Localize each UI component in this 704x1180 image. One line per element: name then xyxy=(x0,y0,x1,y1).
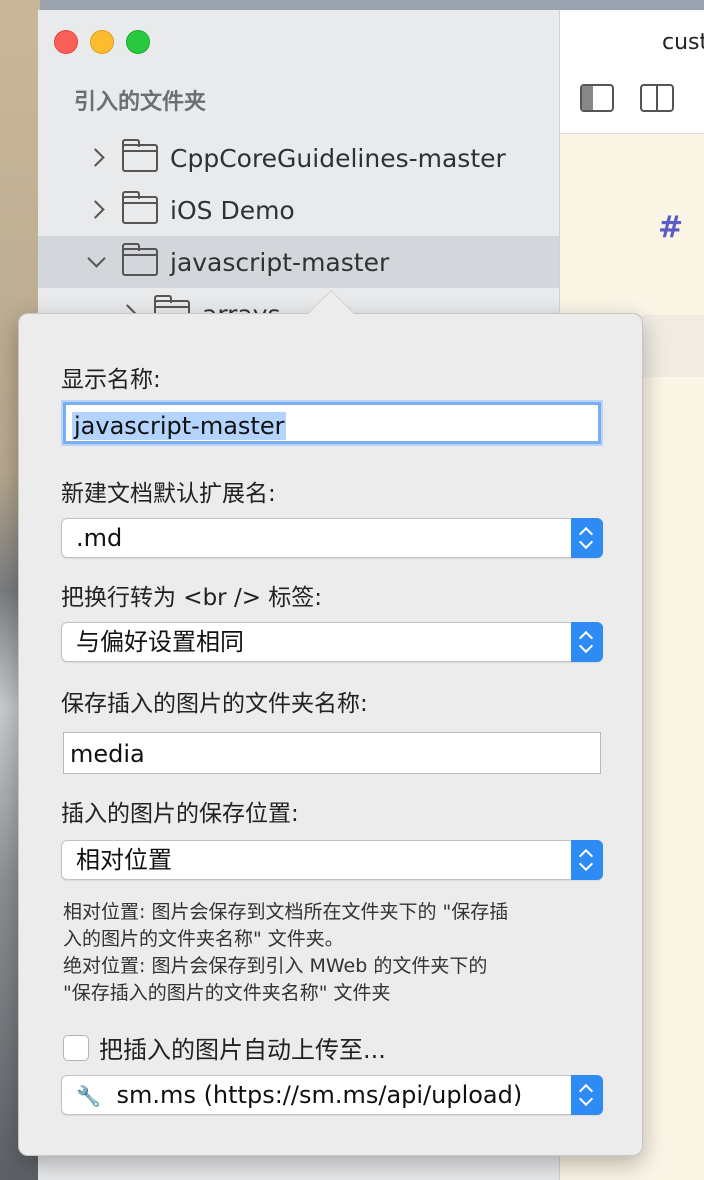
image-location-label: 插入的图片的保存位置: xyxy=(61,801,299,827)
folder-icon xyxy=(122,243,158,276)
wrench-icon: 🔧 xyxy=(76,1084,101,1108)
popup-stepper-icon xyxy=(571,1075,603,1115)
toggle-sidebar-icon[interactable] xyxy=(580,84,614,112)
sidebar-item-javascript-master[interactable]: javascript-master xyxy=(38,236,559,288)
popover-arrow xyxy=(307,290,355,314)
chevron-down-icon[interactable] xyxy=(86,252,106,272)
default-extension-select[interactable]: .md xyxy=(61,518,603,558)
image-folder-value: media xyxy=(70,740,145,768)
display-name-value: javascript-master xyxy=(72,412,287,440)
image-folder-label: 保存插入的图片的文件夹名称: xyxy=(61,691,368,717)
folder-icon xyxy=(122,191,158,224)
upload-service-value: sm.ms (https://sm.ms/api/upload) xyxy=(116,1081,523,1109)
minimize-window-button[interactable] xyxy=(90,30,114,54)
split-view-icon[interactable] xyxy=(640,84,674,112)
folder-icon xyxy=(122,139,158,172)
folder-settings-popover: 显示名称: javascript-master 新建文档默认扩展名: .md 把… xyxy=(18,290,643,1156)
image-location-select[interactable]: 相对位置 xyxy=(61,840,603,880)
sidebar-item-cppcoreguidelines[interactable]: CppCoreGuidelines-master xyxy=(38,132,559,184)
zoom-window-button[interactable] xyxy=(126,30,150,54)
br-tag-value: 与偏好设置相同 xyxy=(76,628,244,656)
chevron-right-icon[interactable] xyxy=(86,148,106,168)
sidebar-item-ios-demo[interactable]: iOS Demo xyxy=(38,184,559,236)
popup-stepper-icon xyxy=(571,518,603,558)
editor-toolbar: cust xyxy=(560,10,704,134)
chevron-right-icon[interactable] xyxy=(86,200,106,220)
auto-upload-checkbox[interactable] xyxy=(63,1034,89,1061)
help-line: 入的图片的文件夹名称" 文件夹。 xyxy=(63,928,344,950)
br-tag-label: 把换行转为 <br /> 标签: xyxy=(61,585,323,611)
popup-stepper-icon xyxy=(571,840,603,880)
default-extension-value: .md xyxy=(76,524,123,552)
display-name-field[interactable]: javascript-master xyxy=(63,402,601,444)
image-location-value: 相对位置 xyxy=(76,846,172,874)
close-window-button[interactable] xyxy=(54,30,78,54)
help-line: 绝对位置: 图片会保存到引入 MWeb 的文件夹下的 xyxy=(63,955,488,977)
display-name-label: 显示名称: xyxy=(61,367,161,393)
image-location-help: 相对位置: 图片会保存到文档所在文件夹下的 "保存插 入的图片的文件夹名称" 文… xyxy=(63,899,623,1007)
markdown-heading-marker: # xyxy=(658,210,684,245)
sidebar-item-label: iOS Demo xyxy=(170,195,295,225)
default-extension-label: 新建文档默认扩展名: xyxy=(61,481,276,507)
image-folder-field[interactable]: media xyxy=(63,732,601,774)
auto-upload-row[interactable]: 把插入的图片自动上传至... xyxy=(63,1030,386,1065)
help-line: "保存插入的图片的文件夹名称" 文件夹 xyxy=(63,982,391,1004)
sidebar-item-label: javascript-master xyxy=(170,247,390,277)
help-line: 相对位置: 图片会保存到文档所在文件夹下的 "保存插 xyxy=(63,901,509,923)
window-controls xyxy=(54,30,150,54)
auto-upload-label: 把插入的图片自动上传至... xyxy=(99,1036,386,1064)
document-tab-title[interactable]: cust xyxy=(662,30,704,55)
popup-stepper-icon xyxy=(571,622,603,662)
sidebar-item-label: CppCoreGuidelines-master xyxy=(170,143,506,173)
editor-band xyxy=(640,315,704,377)
br-tag-select[interactable]: 与偏好设置相同 xyxy=(61,622,603,662)
sidebar-header: 引入的文件夹 xyxy=(74,90,207,115)
upload-service-select[interactable]: 🔧 sm.ms (https://sm.ms/api/upload) xyxy=(61,1075,603,1115)
